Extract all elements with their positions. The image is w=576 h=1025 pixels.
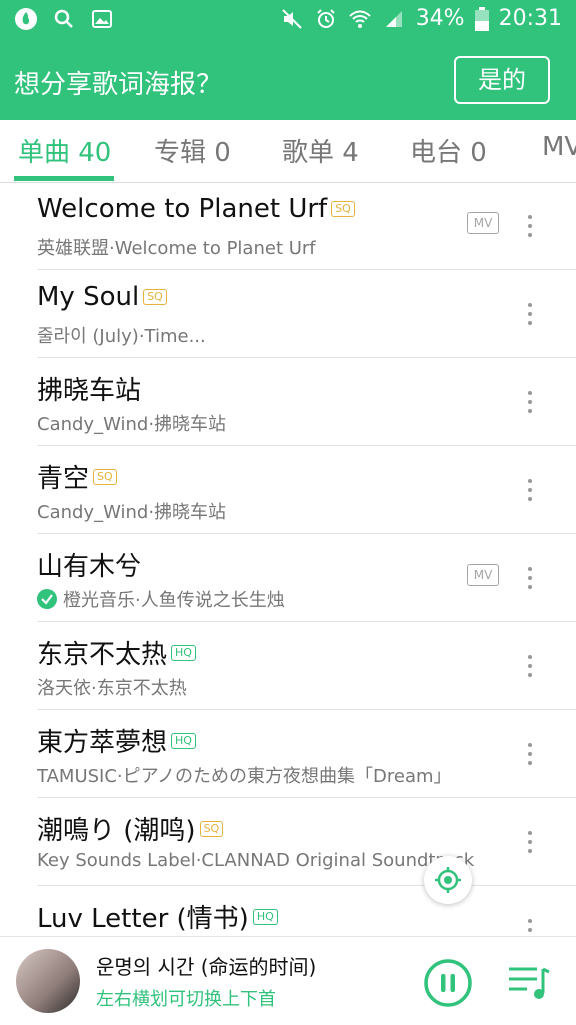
pause-icon[interactable]: [424, 959, 472, 1007]
tab-bar: 单曲 40 专辑 0 歌单 4 电台 0 MV: [0, 120, 576, 183]
sq-badge: SQ: [93, 468, 117, 485]
song-subtitle: 줄라이 (July)·Time...: [37, 326, 206, 347]
song-row[interactable]: 東方萃夢想 HQ TAMUSIC·ピアノのための東方夜想曲集「Dream」: [0, 710, 576, 798]
song-row[interactable]: 青空 SQ Candy_Wind·拂晓车站: [0, 446, 576, 534]
song-subtitle: 洛天依·东京不太热: [37, 678, 187, 699]
swipe-hint: 左右横划可切换上下首: [96, 989, 276, 1010]
song-subtitle: Key Sounds Label·CLANNAD Original Soundt…: [37, 850, 475, 871]
song-row[interactable]: 潮鳴り (潮鸣) SQ Key Sounds Label·CLANNAD Orig…: [0, 798, 576, 886]
more-icon[interactable]: [522, 212, 538, 240]
status-bar: 34% 20:31: [0, 0, 576, 40]
confirm-button[interactable]: 是的: [454, 56, 550, 104]
playlist-queue-icon[interactable]: [507, 963, 551, 1003]
mini-player[interactable]: 운명의 시간 (命运的时间) 左右横划可切换上下首: [0, 936, 576, 1025]
alarm-icon: [316, 8, 335, 28]
banner-title: 想分享歌词海报？: [14, 70, 223, 100]
song-title: Welcome to Planet Urf: [37, 194, 328, 224]
more-icon[interactable]: [522, 300, 538, 328]
song-subtitle: 橙光音乐·人鱼传说之长生烛: [63, 590, 285, 611]
share-lyrics-banner: 想分享歌词海报？ 是的: [0, 40, 576, 120]
more-icon[interactable]: [522, 740, 538, 768]
signal-icon: [385, 10, 402, 27]
song-title: My Soul: [37, 282, 140, 312]
tab-albums[interactable]: 专辑 0: [154, 132, 231, 169]
song-title: 青空: [37, 464, 90, 494]
image-icon: [92, 10, 112, 28]
more-icon[interactable]: [522, 652, 538, 680]
more-icon[interactable]: [522, 476, 538, 504]
hq-badge: HQ: [171, 732, 196, 749]
wifi-icon: [348, 10, 371, 28]
song-row[interactable]: 东京不太热 HQ 洛天依·东京不太热: [0, 622, 576, 710]
tab-mv[interactable]: MV: [542, 132, 576, 162]
song-title: 東方萃夢想: [37, 728, 168, 758]
song-title: 拂晓车站: [37, 376, 142, 406]
tab-playlists[interactable]: 歌单 4: [282, 132, 359, 169]
hq-badge: HQ: [171, 644, 196, 661]
song-title: 山有木兮: [37, 552, 142, 582]
album-art[interactable]: [16, 949, 80, 1013]
song-title: Luv Letter (情书): [37, 904, 249, 934]
song-title: 潮鳴り (潮鸣): [37, 816, 196, 846]
more-icon[interactable]: [522, 388, 538, 416]
song-row[interactable]: Welcome to Planet Urf SQ 英雄联盟·Welcome to …: [0, 182, 576, 270]
song-subtitle: 英雄联盟·Welcome to Planet Urf: [37, 238, 316, 259]
song-row[interactable]: My Soul SQ 줄라이 (July)·Time...: [0, 270, 576, 358]
song-subtitle: TAMUSIC·ピアノのための東方夜想曲集「Dream」: [37, 766, 452, 787]
song-subtitle: Candy_Wind·拂晓车站: [37, 414, 227, 435]
downloaded-check-icon: [37, 589, 57, 609]
clock: 20:31: [498, 6, 562, 31]
app-flame-icon: [15, 8, 37, 30]
song-row[interactable]: 山有木兮 橙光音乐·人鱼传说之长生烛 MV: [0, 534, 576, 622]
now-playing-title: 운명의 시간 (命运的时间): [96, 955, 317, 979]
locate-current-song-button[interactable]: [424, 856, 472, 904]
more-icon[interactable]: [522, 564, 538, 592]
active-tab-indicator: [14, 176, 114, 181]
battery-percent: 34%: [415, 6, 465, 31]
song-row[interactable]: 拂晓车站 Candy_Wind·拂晓车站: [0, 358, 576, 446]
hq-badge: HQ: [252, 908, 278, 925]
tab-songs[interactable]: 单曲 40: [18, 132, 111, 169]
song-subtitle: Candy_Wind·拂晓车站: [37, 502, 227, 523]
tab-radio[interactable]: 电台 0: [410, 132, 487, 169]
battery-icon: [474, 6, 489, 31]
sq-badge: SQ: [143, 289, 167, 305]
search-icon: [54, 9, 73, 28]
mv-icon[interactable]: MV: [467, 212, 499, 234]
sq-badge: SQ: [331, 201, 355, 217]
song-title: 东京不太热: [37, 640, 168, 670]
mute-icon: [281, 8, 302, 29]
more-icon[interactable]: [522, 828, 538, 856]
sq-badge: SQ: [199, 820, 224, 837]
mv-icon[interactable]: MV: [467, 564, 499, 586]
